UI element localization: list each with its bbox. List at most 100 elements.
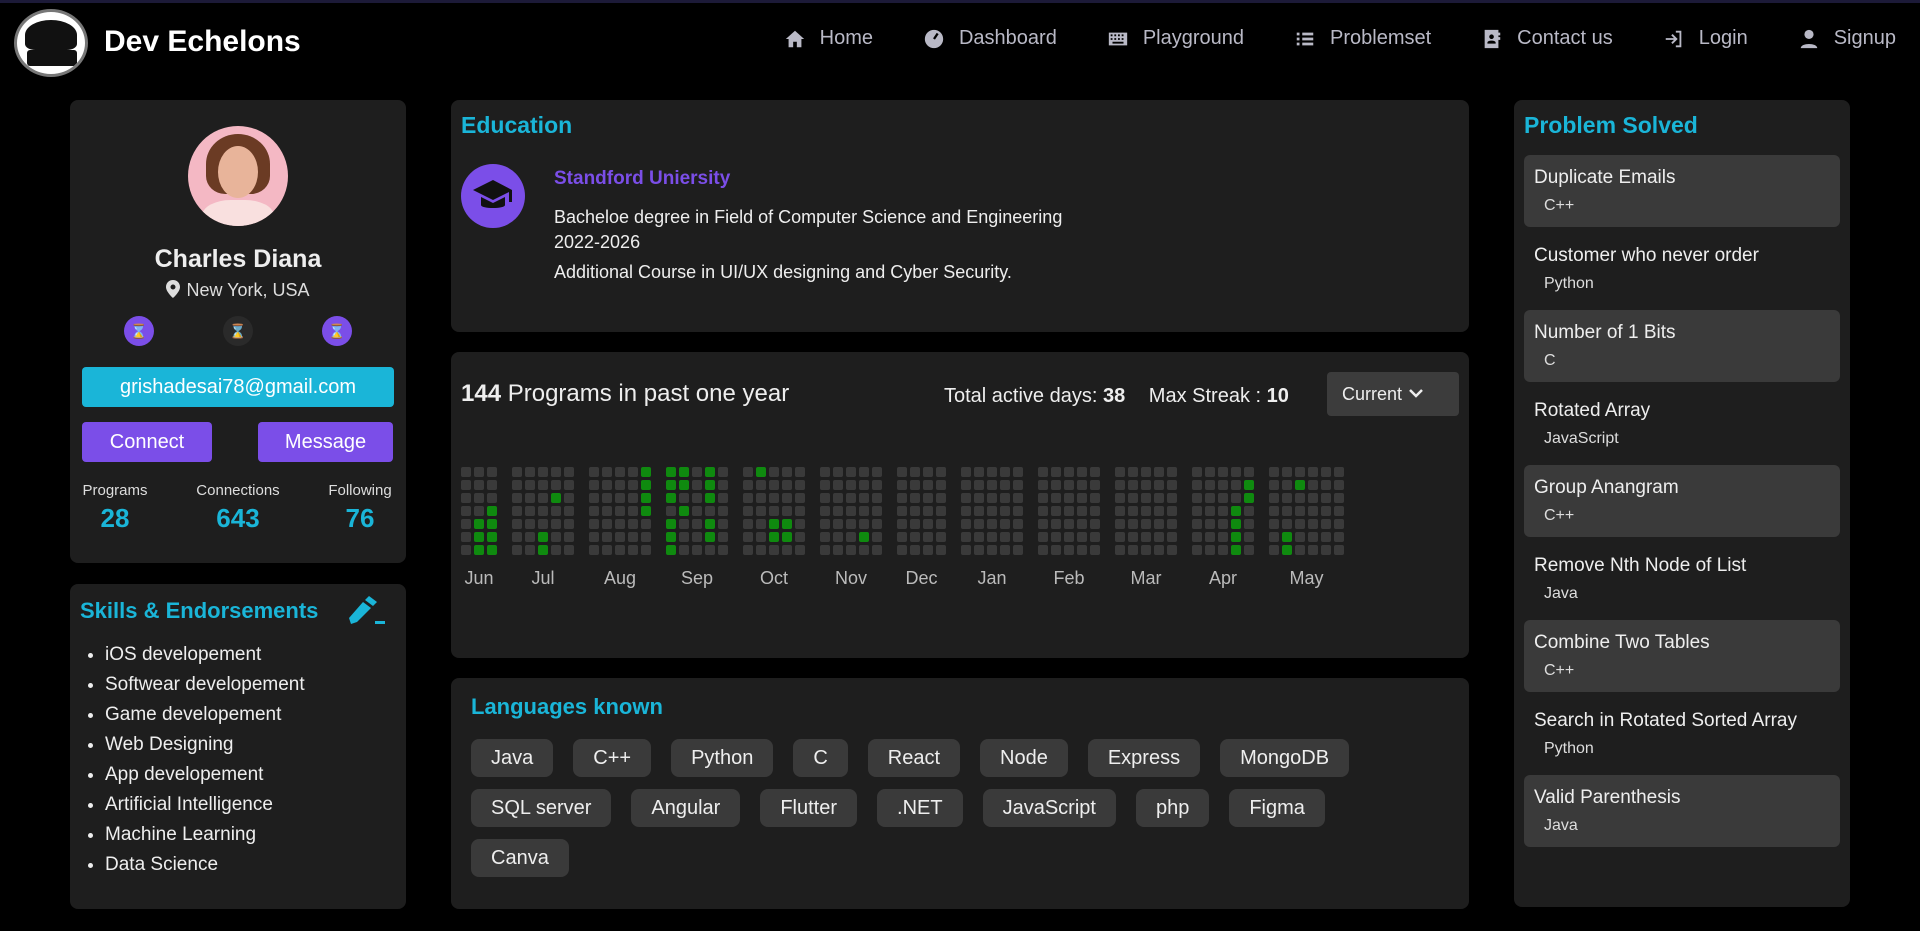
heatmap-cell[interactable] — [743, 480, 753, 490]
heatmap-cell[interactable] — [589, 532, 599, 542]
heatmap-cell[interactable] — [1000, 519, 1010, 529]
heatmap-cell[interactable] — [872, 545, 882, 555]
heatmap-cell[interactable] — [474, 506, 484, 516]
heatmap-cell-active[interactable] — [641, 493, 651, 503]
heatmap-cell[interactable] — [1077, 519, 1087, 529]
heatmap-cell[interactable] — [833, 532, 843, 542]
heatmap-cell[interactable] — [936, 467, 946, 477]
heatmap-cell[interactable] — [512, 519, 522, 529]
heatmap-cell[interactable] — [743, 467, 753, 477]
heatmap-cell[interactable] — [1115, 506, 1125, 516]
problem-item[interactable]: Combine Two Tables C++ — [1524, 620, 1840, 692]
heatmap-cell[interactable] — [833, 467, 843, 477]
heatmap-cell-active[interactable] — [551, 493, 561, 503]
heatmap-cell[interactable] — [602, 506, 612, 516]
heatmap-cell[interactable] — [756, 493, 766, 503]
heatmap-cell[interactable] — [692, 493, 702, 503]
heatmap-cell[interactable] — [1334, 545, 1344, 555]
heatmap-cell[interactable] — [615, 467, 625, 477]
heatmap-cell[interactable] — [987, 467, 997, 477]
heatmap-cell[interactable] — [602, 467, 612, 477]
heatmap-cell[interactable] — [538, 480, 548, 490]
heatmap-cell[interactable] — [833, 519, 843, 529]
heatmap-cell-active[interactable] — [859, 532, 869, 542]
heatmap-cell[interactable] — [628, 493, 638, 503]
heatmap-cell[interactable] — [1077, 506, 1087, 516]
heatmap-cell[interactable] — [474, 493, 484, 503]
heatmap-cell[interactable] — [525, 532, 535, 542]
heatmap-cell[interactable] — [692, 480, 702, 490]
heatmap-cell[interactable] — [1205, 480, 1215, 490]
heatmap-cell[interactable] — [1192, 532, 1202, 542]
heatmap-cell[interactable] — [743, 532, 753, 542]
heatmap-cell[interactable] — [1334, 532, 1344, 542]
heatmap-cell[interactable] — [987, 480, 997, 490]
heatmap-cell[interactable] — [602, 545, 612, 555]
heatmap-cell[interactable] — [1000, 480, 1010, 490]
heatmap-cell[interactable] — [564, 545, 574, 555]
heatmap-cell[interactable] — [795, 480, 805, 490]
heatmap-cell[interactable] — [1090, 493, 1100, 503]
heatmap-cell[interactable] — [1282, 493, 1292, 503]
heatmap-cell-active[interactable] — [666, 480, 676, 490]
heatmap-cell-active[interactable] — [487, 545, 497, 555]
social-link-1-icon[interactable]: ⌛ — [124, 316, 154, 346]
heatmap-cell-active[interactable] — [782, 519, 792, 529]
heatmap-cell[interactable] — [923, 493, 933, 503]
heatmap-cell[interactable] — [846, 519, 856, 529]
heatmap-cell[interactable] — [692, 545, 702, 555]
heatmap-cell[interactable] — [961, 545, 971, 555]
heatmap-cell[interactable] — [1000, 493, 1010, 503]
heatmap-cell[interactable] — [769, 545, 779, 555]
heatmap-cell-active[interactable] — [538, 545, 548, 555]
heatmap-cell[interactable] — [833, 493, 843, 503]
heatmap-cell[interactable] — [1141, 493, 1151, 503]
heatmap-cell[interactable] — [718, 519, 728, 529]
problem-item[interactable]: Search in Rotated Sorted Array Python — [1524, 698, 1840, 770]
heatmap-cell[interactable] — [1244, 506, 1254, 516]
heatmap-cell-active[interactable] — [487, 532, 497, 542]
heatmap-cell-active[interactable] — [705, 532, 715, 542]
heatmap-cell[interactable] — [833, 506, 843, 516]
heatmap-cell[interactable] — [615, 532, 625, 542]
heatmap-cell[interactable] — [872, 506, 882, 516]
heatmap-cell[interactable] — [872, 493, 882, 503]
heatmap-cell[interactable] — [974, 506, 984, 516]
heatmap-cell[interactable] — [461, 506, 471, 516]
heatmap-cell[interactable] — [1244, 545, 1254, 555]
heatmap-cell[interactable] — [1064, 545, 1074, 555]
heatmap-cell-active[interactable] — [705, 467, 715, 477]
heatmap-cell[interactable] — [936, 480, 946, 490]
heatmap-cell[interactable] — [743, 493, 753, 503]
heatmap-cell[interactable] — [461, 493, 471, 503]
heatmap-cell[interactable] — [564, 532, 574, 542]
heatmap-cell[interactable] — [1334, 519, 1344, 529]
heatmap-cell[interactable] — [1000, 506, 1010, 516]
heatmap-cell[interactable] — [551, 532, 561, 542]
university-name[interactable]: Standford Uniersity — [554, 168, 730, 190]
heatmap-cell[interactable] — [1269, 480, 1279, 490]
heatmap-cell[interactable] — [487, 467, 497, 477]
heatmap-cell[interactable] — [974, 519, 984, 529]
heatmap-cell[interactable] — [1295, 506, 1305, 516]
heatmap-cell[interactable] — [974, 545, 984, 555]
heatmap-cell[interactable] — [859, 519, 869, 529]
heatmap-cell[interactable] — [782, 467, 792, 477]
heatmap-cell[interactable] — [820, 480, 830, 490]
heatmap-cell[interactable] — [512, 480, 522, 490]
nav-contact[interactable]: Contact us — [1481, 27, 1613, 50]
heatmap-cell[interactable] — [1115, 532, 1125, 542]
heatmap-cell[interactable] — [1013, 480, 1023, 490]
heatmap-cell-active[interactable] — [641, 506, 651, 516]
heatmap-cell[interactable] — [782, 493, 792, 503]
heatmap-cell[interactable] — [1128, 480, 1138, 490]
heatmap-cell[interactable] — [551, 480, 561, 490]
heatmap-cell[interactable] — [1231, 480, 1241, 490]
heatmap-cell-active[interactable] — [769, 519, 779, 529]
heatmap-cell[interactable] — [1051, 545, 1061, 555]
heatmap-cell[interactable] — [692, 519, 702, 529]
heatmap-cell[interactable] — [602, 519, 612, 529]
heatmap-cell[interactable] — [923, 519, 933, 529]
heatmap-cell[interactable] — [1218, 506, 1228, 516]
heatmap-cell[interactable] — [1038, 545, 1048, 555]
